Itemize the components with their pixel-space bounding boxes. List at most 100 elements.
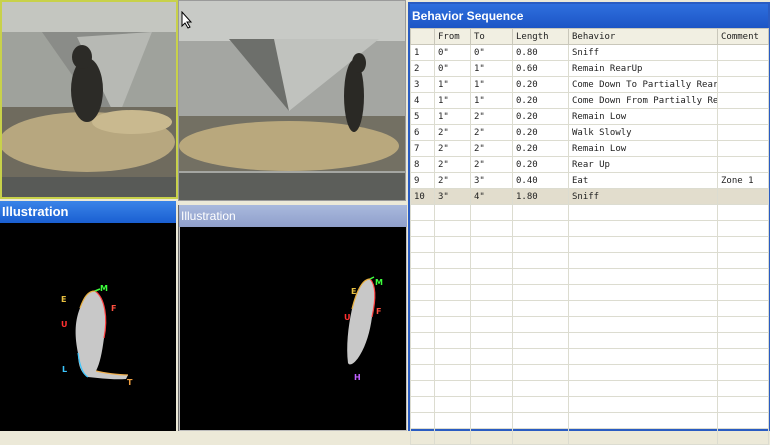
cell-to: 1"	[470, 60, 513, 77]
cell-to: 2"	[470, 124, 513, 141]
behavior-sequence-panel: Behavior Sequence From To Length Behavio…	[408, 2, 770, 445]
video-frame-left[interactable]	[0, 0, 178, 199]
table-row[interactable]: 3 1" 1" 0.20 Come Down To Partially Reared	[410, 76, 769, 93]
empty-cell	[470, 316, 513, 333]
cell-from: 1"	[434, 76, 471, 93]
empty-table-row[interactable]	[410, 348, 769, 365]
empty-table-row[interactable]	[410, 300, 769, 317]
table-row[interactable]: 1 0" 0" 0.80 Sniff	[410, 44, 769, 61]
column-header-comment[interactable]: Comment	[717, 28, 769, 45]
video-frame-right[interactable]	[178, 0, 406, 201]
table-row[interactable]: 10 3" 4" 1.80 Sniff	[410, 188, 769, 205]
column-header-index[interactable]	[410, 28, 435, 45]
cell-behavior: Come Down From Partially Reared	[568, 92, 718, 109]
empty-cell	[410, 380, 435, 397]
cell-to: 1"	[470, 92, 513, 109]
cell-length: 0.20	[512, 124, 569, 141]
cell-index: 8	[410, 156, 435, 173]
empty-cell	[512, 284, 569, 301]
cell-index: 1	[410, 44, 435, 61]
empty-cell	[512, 396, 569, 413]
empty-cell	[512, 348, 569, 365]
empty-cell	[568, 316, 718, 333]
empty-cell	[568, 252, 718, 269]
cell-comment	[717, 124, 769, 141]
empty-cell	[434, 380, 471, 397]
empty-cell	[434, 220, 471, 237]
empty-table-row[interactable]	[410, 396, 769, 413]
empty-cell	[434, 332, 471, 349]
illustration-title-left: Illustration	[0, 201, 176, 223]
table-row[interactable]: 7 2" 2" 0.20 Remain Low	[410, 140, 769, 157]
empty-cell	[434, 252, 471, 269]
empty-cell	[410, 412, 435, 429]
column-header-to[interactable]: To	[470, 28, 513, 45]
cell-length: 0.60	[512, 60, 569, 77]
cell-comment	[717, 108, 769, 125]
empty-cell	[470, 348, 513, 365]
cell-comment	[717, 76, 769, 93]
empty-table-row[interactable]	[410, 332, 769, 349]
cell-index: 9	[410, 172, 435, 189]
empty-cell	[434, 364, 471, 381]
empty-table-row[interactable]	[410, 204, 769, 221]
cell-index: 7	[410, 140, 435, 157]
empty-cell	[470, 236, 513, 253]
empty-cell	[512, 204, 569, 221]
empty-table-row[interactable]	[410, 252, 769, 269]
illustration-panel-right: Illustration E M U F H	[178, 205, 407, 431]
empty-table-row[interactable]	[410, 220, 769, 237]
behavior-sequence-title: Behavior Sequence	[410, 4, 768, 28]
empty-cell	[470, 268, 513, 285]
empty-cell	[470, 364, 513, 381]
column-header-length[interactable]: Length	[512, 28, 569, 45]
cell-from: 2"	[434, 156, 471, 173]
empty-table-row[interactable]	[410, 364, 769, 381]
table-row[interactable]: 2 0" 1" 0.60 Remain RearUp	[410, 60, 769, 77]
column-header-behavior[interactable]: Behavior	[568, 28, 718, 45]
table-row[interactable]: 8 2" 2" 0.20 Rear Up	[410, 156, 769, 173]
empty-cell	[512, 220, 569, 237]
marker-l-left: L	[62, 365, 68, 374]
empty-cell	[470, 300, 513, 317]
cell-length: 0.20	[512, 76, 569, 93]
empty-cell	[568, 220, 718, 237]
illustration-canvas-left: E M U F L T	[0, 223, 176, 431]
marker-u-left: U	[61, 320, 68, 329]
mouse-silhouette-left	[75, 288, 129, 380]
column-header-from[interactable]: From	[434, 28, 471, 45]
table-row[interactable]: 41"1"0.20Come Down From Partially Reared	[410, 92, 769, 109]
cell-length: 0.80	[512, 44, 569, 61]
empty-cell	[568, 332, 718, 349]
mouse-cursor-icon	[181, 10, 193, 34]
cell-behavior: Remain Low	[568, 108, 718, 125]
empty-cell	[717, 204, 769, 221]
cell-from: 1"	[434, 92, 471, 109]
empty-table-row[interactable]	[410, 284, 769, 301]
cell-comment	[717, 44, 769, 61]
empty-cell	[717, 284, 769, 301]
table-row[interactable]: 9 2" 3" 0.40 Eat Zone 1	[410, 172, 769, 189]
empty-cell	[512, 364, 569, 381]
empty-cell	[568, 348, 718, 365]
empty-cell	[568, 364, 718, 381]
empty-table-row[interactable]	[410, 236, 769, 253]
empty-cell	[512, 316, 569, 333]
marker-f-right: F	[376, 307, 382, 316]
empty-table-row[interactable]	[410, 380, 769, 397]
empty-table-row[interactable]	[410, 412, 769, 429]
cell-comment	[717, 156, 769, 173]
empty-cell	[410, 364, 435, 381]
table-row[interactable]: 5 1" 2" 0.20 Remain Low	[410, 108, 769, 125]
empty-cell	[434, 236, 471, 253]
empty-cell	[512, 412, 569, 429]
empty-cell	[410, 396, 435, 413]
cell-to: 2"	[470, 140, 513, 157]
table-row[interactable]: 6 2" 2" 0.20 Walk Slowly	[410, 124, 769, 141]
cell-comment	[717, 188, 769, 205]
cell-comment	[717, 92, 769, 109]
cell-to: 1"	[470, 76, 513, 93]
empty-cell	[434, 348, 471, 365]
empty-table-row[interactable]	[410, 316, 769, 333]
empty-table-row[interactable]	[410, 268, 769, 285]
